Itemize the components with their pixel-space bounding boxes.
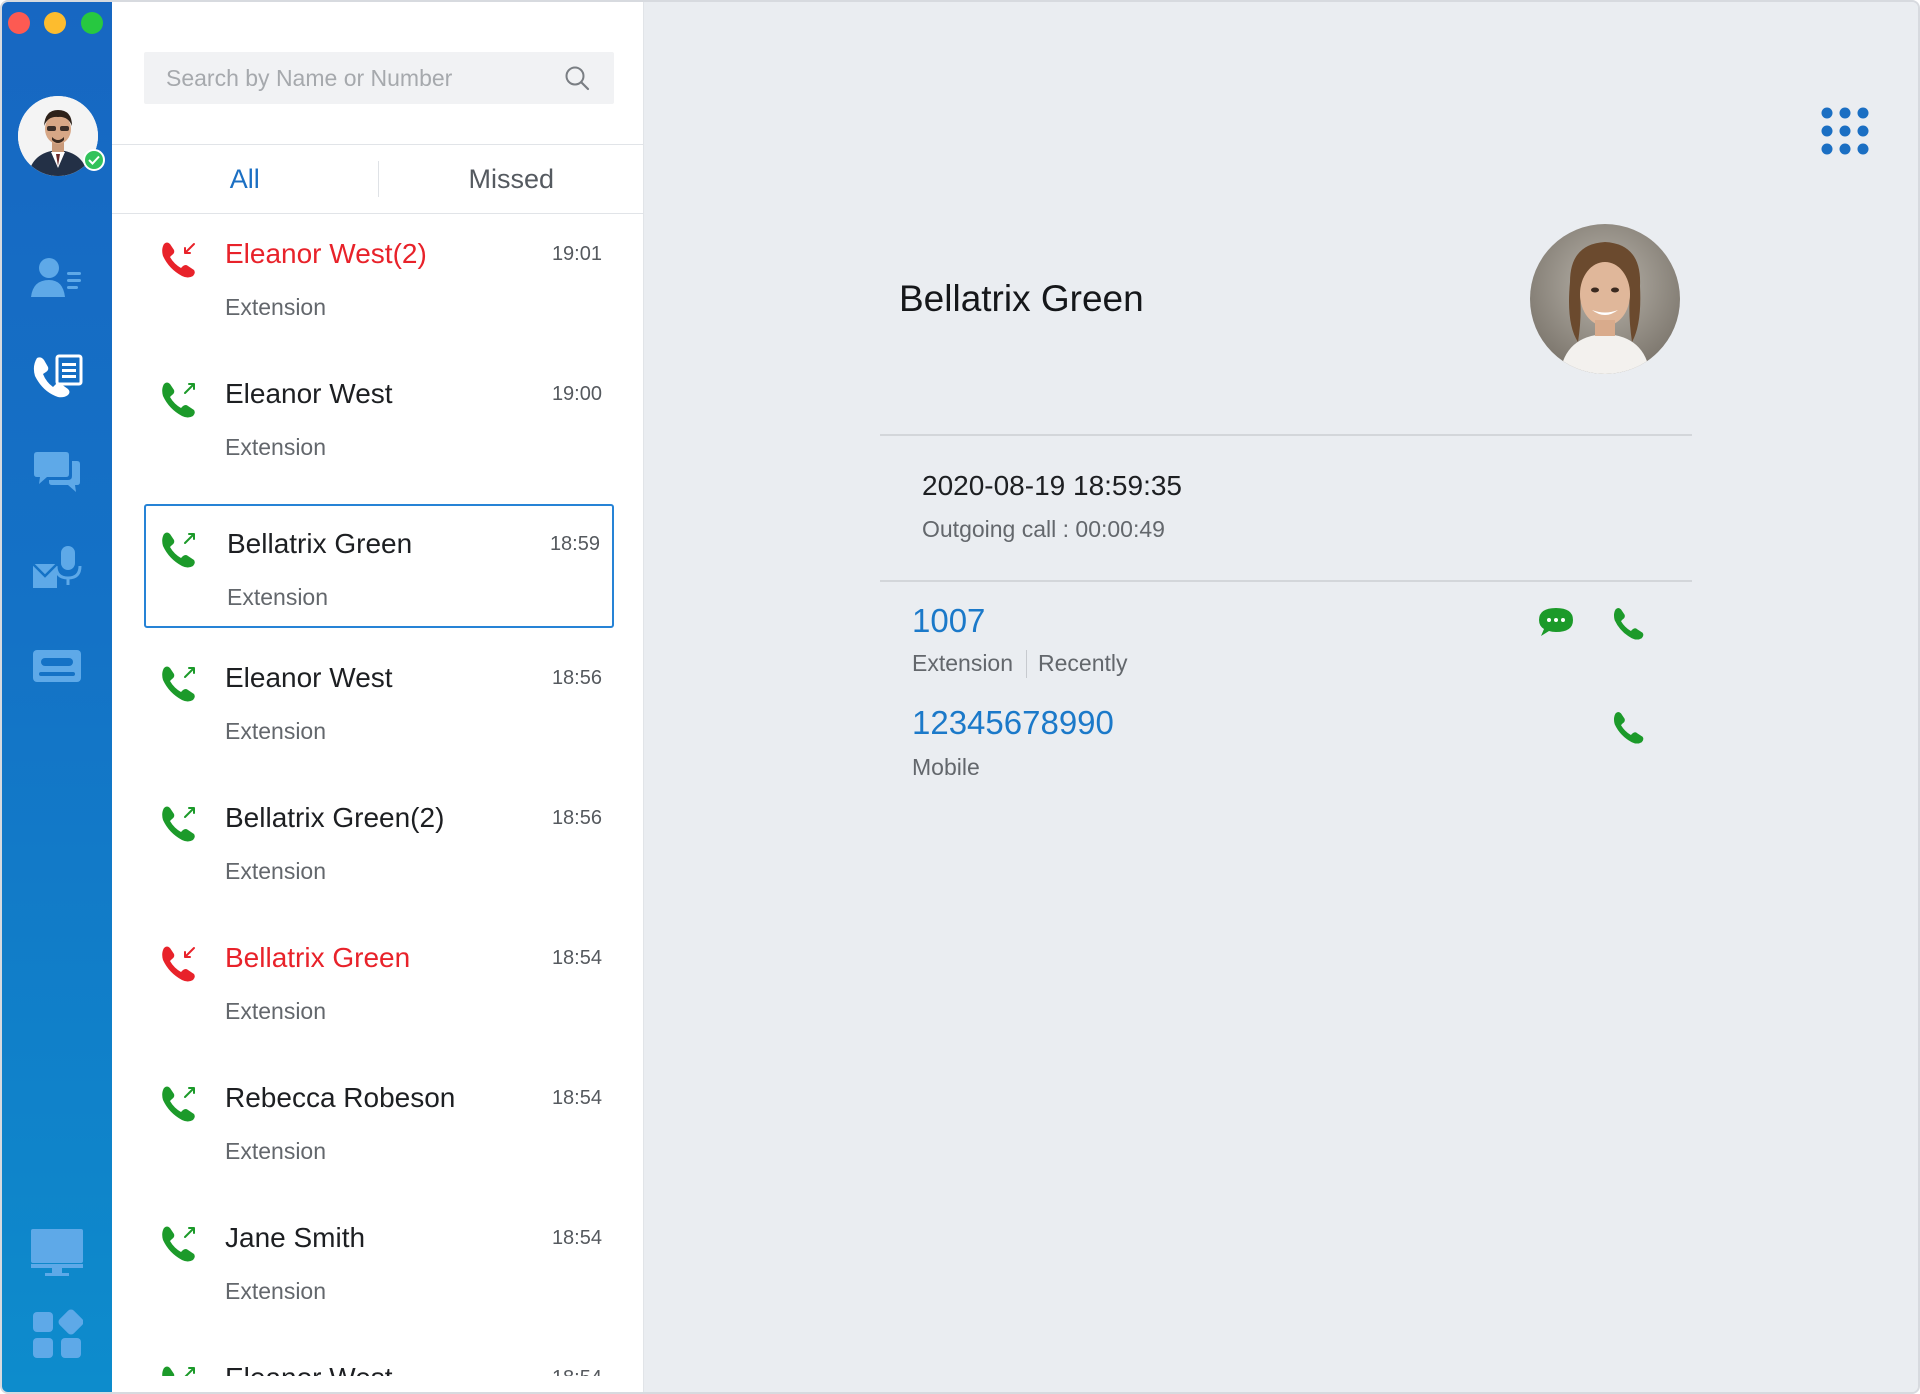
caller-name: Bellatrix Green <box>227 528 413 559</box>
call-list-item[interactable]: Rebecca Robeson 18:54 Extension <box>144 1058 614 1182</box>
call-type: Extension <box>225 294 327 320</box>
call-detail-panel: Bellatrix Green 2020-08-19 18:59:35 Outg… <box>644 2 1918 1392</box>
minimize-window-button[interactable] <box>44 12 66 34</box>
caller-name: Bellatrix Green(2) <box>225 802 445 833</box>
call-type: Extension <box>227 584 329 610</box>
close-window-button[interactable] <box>8 12 30 34</box>
conference-icon[interactable] <box>30 642 84 690</box>
call-history-icon[interactable] <box>30 352 84 400</box>
chat-bubble-icon <box>1539 608 1573 636</box>
mobile-number-link[interactable]: 12345678990 <box>912 704 1114 742</box>
message-button[interactable] <box>1534 600 1578 644</box>
call-button[interactable] <box>1608 704 1652 748</box>
missed-call-icon <box>162 242 195 278</box>
call-time: 18:54 <box>551 1227 602 1249</box>
extension-number-link[interactable]: 1007 <box>912 602 985 640</box>
search-input[interactable] <box>144 52 544 104</box>
caller-name: Jane Smith <box>225 1222 366 1253</box>
call-time: 19:01 <box>551 243 602 265</box>
caller-name: Eleanor West(2) <box>225 238 427 269</box>
zoom-window-button[interactable] <box>81 12 103 34</box>
app-window: All Missed Eleanor West(2) 19:01 Extensi… <box>0 0 1920 1394</box>
call-type: Extension <box>225 1138 327 1164</box>
phone-icon <box>1613 712 1644 744</box>
call-list-item[interactable]: Eleanor West 19:00 Extension <box>144 354 614 478</box>
call-list-item[interactable]: Eleanor West 18:56 Extension <box>144 638 614 762</box>
caller-name: Eleanor West <box>225 378 393 409</box>
number-label: Mobile <box>912 754 980 780</box>
caller-name: Rebecca Robeson <box>225 1082 456 1113</box>
call-type: Extension <box>225 718 327 744</box>
call-list-item[interactable]: Eleanor West 18:54 Extension <box>144 1338 614 1376</box>
outgoing-call-icon <box>162 1366 195 1376</box>
call-list-item[interactable]: Bellatrix Green(2) 18:56 Extension <box>144 778 614 902</box>
tab-missed[interactable]: Missed <box>379 145 645 213</box>
call-time: 18:56 <box>551 807 602 829</box>
contact-photo <box>1530 224 1680 374</box>
call-list-item[interactable]: Jane Smith 18:54 Extension <box>144 1198 614 1322</box>
call-time: 19:00 <box>551 383 602 405</box>
call-time: 18:59 <box>549 533 600 555</box>
apps-icon[interactable] <box>30 1309 84 1358</box>
missed-call-icon <box>162 946 195 982</box>
phone-icon <box>1613 608 1644 640</box>
number-label: Extension <box>912 650 1014 676</box>
call-summary: Outgoing call : 00:00:49 <box>922 516 1165 542</box>
number-tag: Recently <box>1038 650 1128 676</box>
outgoing-call-icon <box>162 666 195 702</box>
call-time: 18:56 <box>551 667 602 689</box>
call-list-panel: All Missed Eleanor West(2) 19:01 Extensi… <box>112 2 644 1392</box>
call-datetime: 2020-08-19 18:59:35 <box>922 470 1182 501</box>
call-type: Extension <box>225 1278 327 1304</box>
sidebar <box>2 2 112 1392</box>
call-time: 18:54 <box>552 1367 602 1376</box>
outgoing-call-icon <box>162 1086 195 1122</box>
voicemail-icon[interactable] <box>30 544 84 592</box>
outgoing-call-icon <box>162 532 195 568</box>
contacts-icon[interactable] <box>30 254 84 302</box>
search-icon[interactable] <box>564 65 590 91</box>
filter-tabs: All Missed <box>112 144 644 214</box>
call-type: Extension <box>225 858 327 884</box>
call-type: Extension <box>225 434 327 460</box>
outgoing-call-icon <box>162 382 195 418</box>
call-list-item[interactable]: Eleanor West(2) 19:01 Extension <box>144 214 614 338</box>
label-separator <box>1026 650 1027 678</box>
tab-all[interactable]: All <box>112 145 378 213</box>
dialpad-icon[interactable] <box>1820 106 1870 156</box>
chat-icon[interactable] <box>30 448 84 496</box>
contact-name: Bellatrix Green <box>899 278 1144 319</box>
call-list-item[interactable]: Bellatrix Green 18:54 Extension <box>144 918 614 1042</box>
call-list-item-selected[interactable]: Bellatrix Green 18:59 Extension <box>144 504 614 628</box>
online-status-icon <box>83 149 105 171</box>
call-time: 18:54 <box>551 1087 602 1109</box>
call-list: Eleanor West(2) 19:01 Extension Eleanor … <box>112 214 644 1376</box>
caller-name: Eleanor West <box>225 662 393 693</box>
call-time: 18:54 <box>551 947 602 969</box>
call-button[interactable] <box>1608 600 1652 644</box>
outgoing-call-icon <box>162 1226 195 1262</box>
divider <box>880 434 1692 436</box>
monitor-icon[interactable] <box>30 1228 84 1276</box>
search-box <box>144 52 614 104</box>
caller-name: Eleanor West <box>225 1362 393 1376</box>
outgoing-call-icon <box>162 806 195 842</box>
call-type: Extension <box>225 998 327 1024</box>
divider <box>880 580 1692 582</box>
caller-name: Bellatrix Green <box>225 942 411 973</box>
